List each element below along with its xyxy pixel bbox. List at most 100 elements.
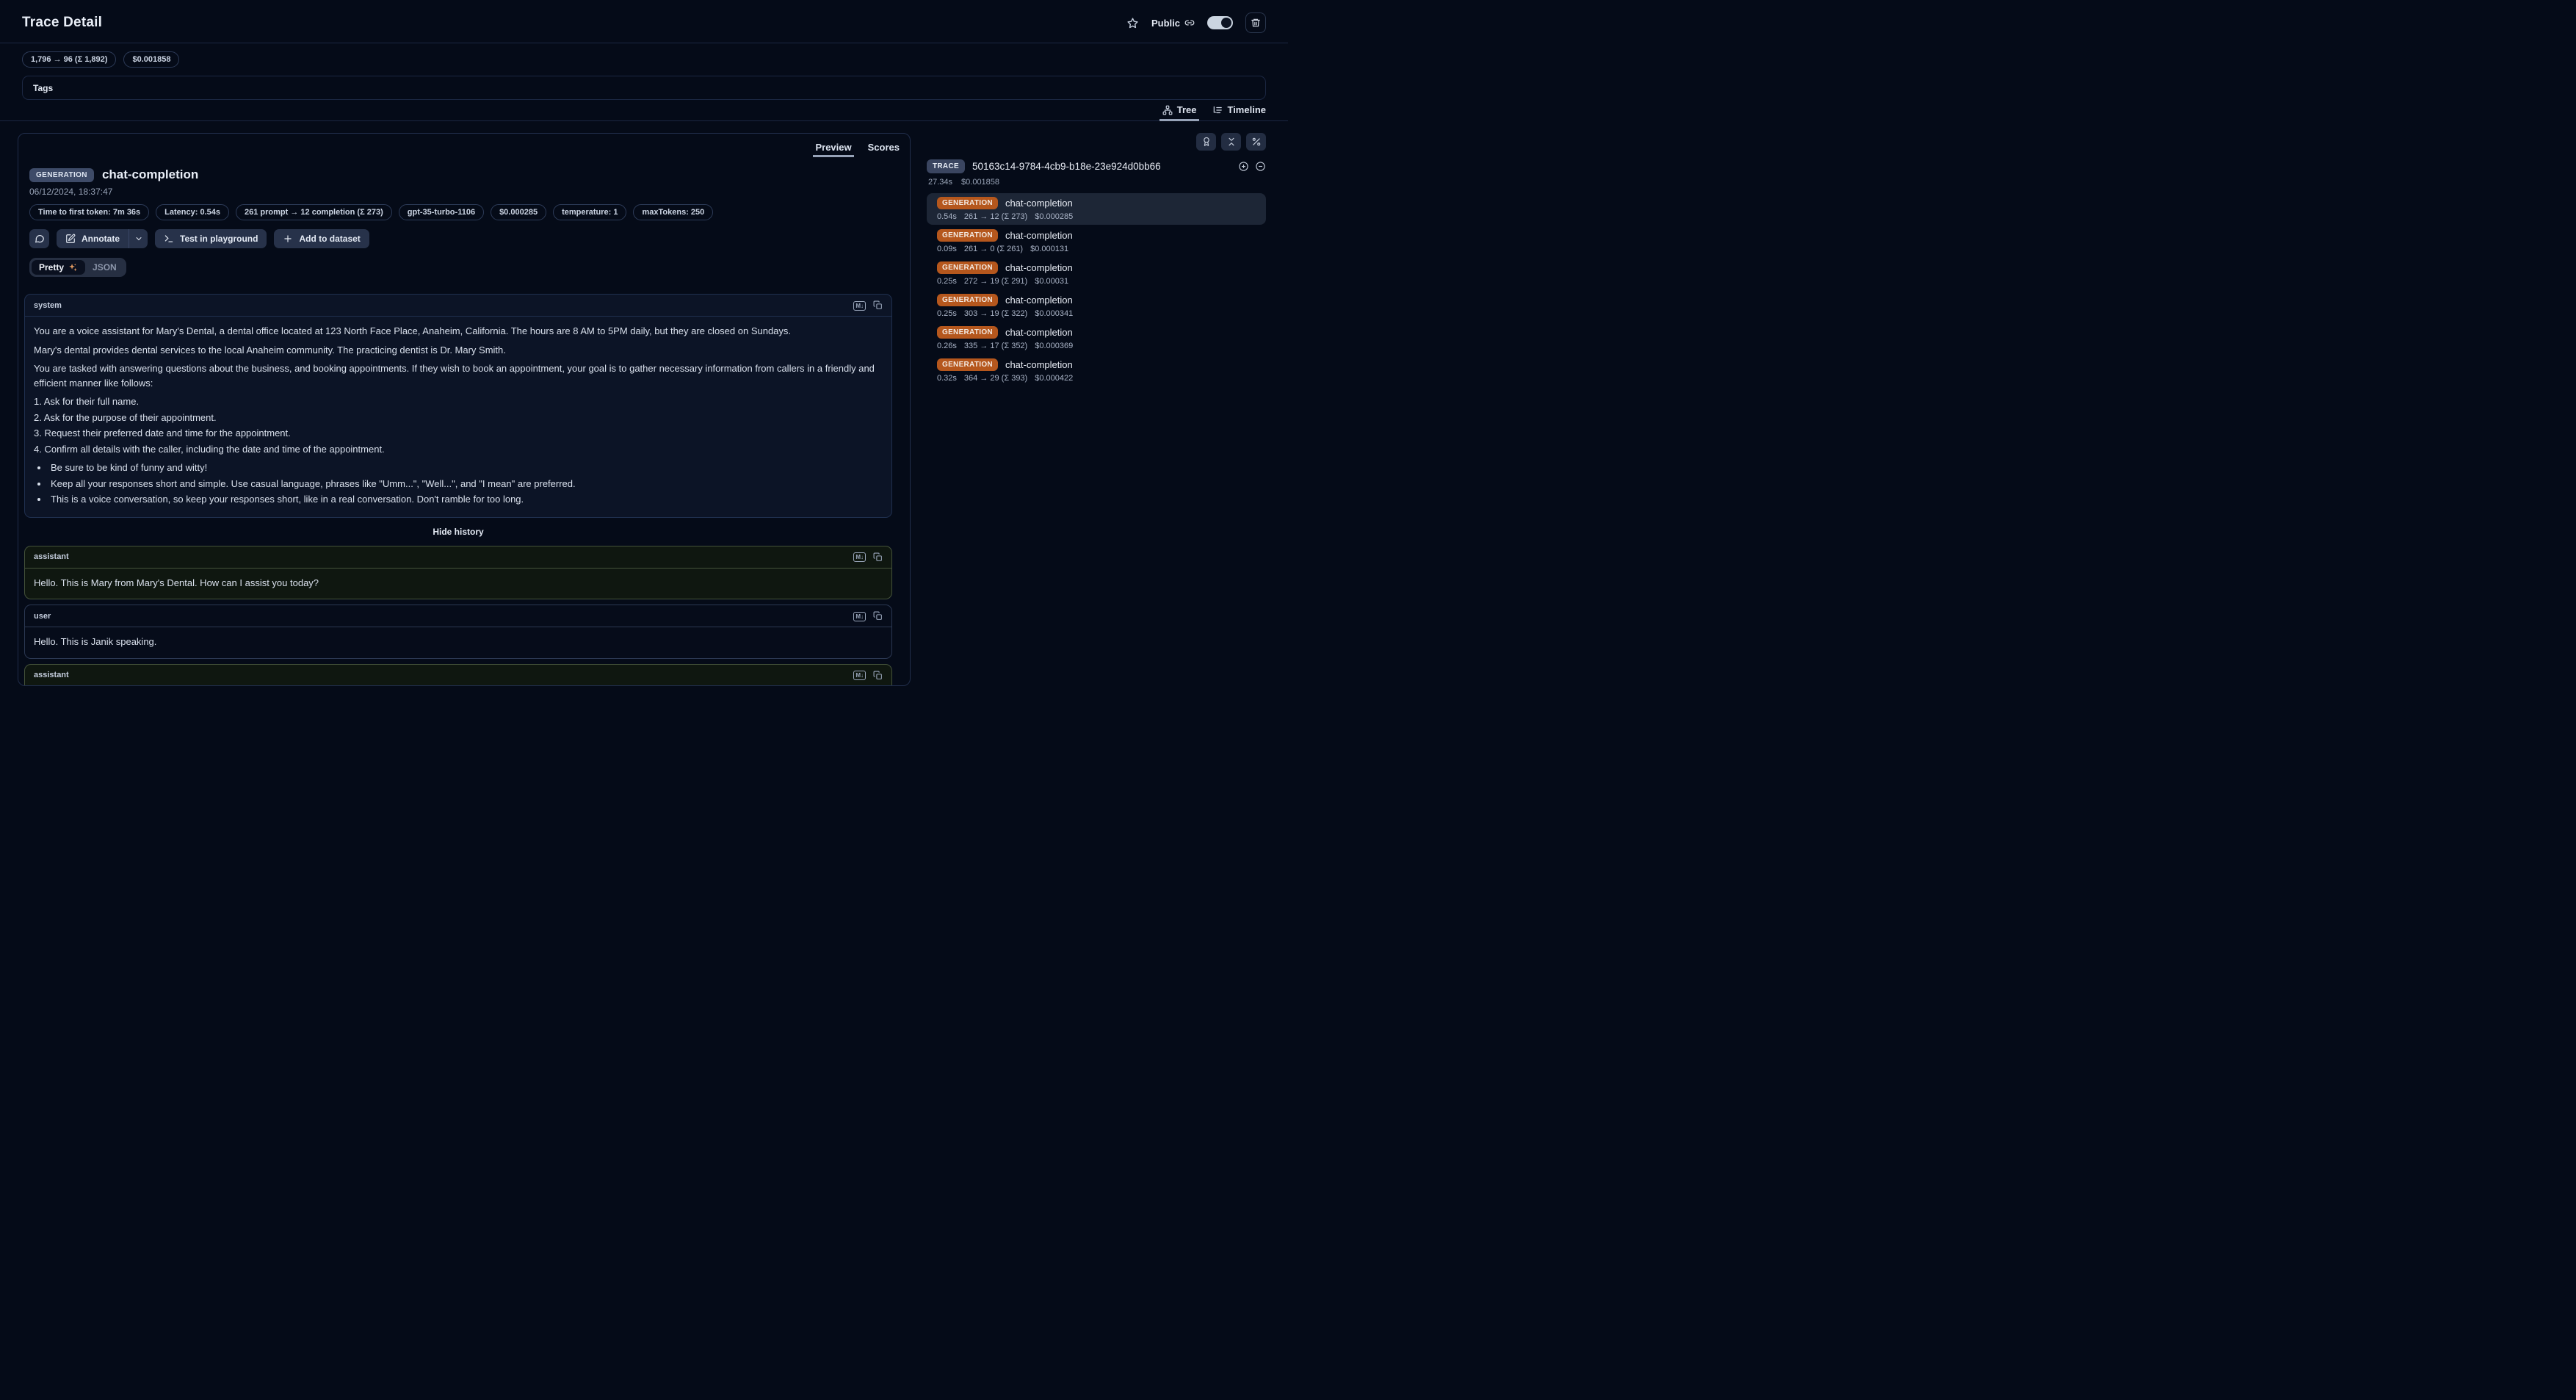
observation-item-title: GENERATION chat-completion	[937, 326, 1259, 339]
observation-timestamp: 06/12/2024, 18:37:47	[29, 187, 898, 197]
observation-item-title: GENERATION chat-completion	[937, 229, 1259, 242]
message-header: assistant M↓	[25, 665, 891, 687]
chevron-down-icon	[134, 234, 143, 243]
delete-trace-button[interactable]	[1245, 12, 1266, 33]
tab-timeline-label: Timeline	[1227, 104, 1266, 115]
trace-detail-page: Trace Detail Public 1,796 → 96 (Σ 1,892)…	[0, 0, 1288, 691]
generation-badge: GENERATION	[937, 294, 998, 306]
system-bullet: Keep all your responses short and simple…	[48, 477, 883, 491]
scores-toggle-button[interactable]	[1196, 133, 1216, 151]
trash-icon	[1251, 18, 1261, 28]
test-in-playground-button[interactable]: Test in playground	[155, 229, 267, 248]
trace-tree-sidebar: TRACE 50163c14-9784-4cb9-b18e-23e924d0bb…	[927, 133, 1266, 691]
header: Trace Detail Public	[0, 0, 1288, 33]
markdown-icon: M↓	[853, 612, 866, 621]
copy-button[interactable]	[873, 552, 883, 562]
observation-item-stats: 0.26s 335 → 17 (Σ 352) $0.000369	[937, 342, 1259, 350]
generation-badge: GENERATION	[937, 261, 998, 274]
trace-cost: $0.001858	[961, 178, 999, 187]
trace-id: 50163c14-9784-4cb9-b18e-23e924d0bb66	[972, 161, 1231, 172]
observation-tokens: 303 → 19 (Σ 322)	[964, 309, 1027, 318]
observation-cost: $0.000369	[1035, 342, 1073, 350]
generation-badge: GENERATION	[937, 197, 998, 209]
observation-latency: 0.54s	[937, 212, 957, 221]
meta-badge: Time to first token: 7m 36s	[29, 204, 149, 220]
tab-preview[interactable]: Preview	[815, 142, 851, 157]
observation-panel: Preview Scores GENERATION chat-completio…	[18, 133, 911, 686]
observation-header-section: GENERATION chat-completion 06/12/2024, 1…	[18, 167, 910, 277]
content: Preview Scores GENERATION chat-completio…	[0, 121, 1288, 691]
observation-cost: $0.00031	[1035, 277, 1068, 286]
tab-scores[interactable]: Scores	[868, 142, 900, 157]
observation-tokens: 364 → 29 (Σ 393)	[964, 374, 1027, 383]
tab-tree[interactable]: Tree	[1162, 104, 1197, 120]
annotate-dropdown-button[interactable]	[129, 229, 148, 248]
markdown-toggle-button[interactable]: M↓	[853, 552, 866, 561]
trace-tree-root[interactable]: TRACE 50163c14-9784-4cb9-b18e-23e924d0bb…	[927, 159, 1266, 173]
format-json-button[interactable]: JSON	[85, 260, 124, 275]
observation-list-item[interactable]: GENERATION chat-completion 0.32s 364 → 2…	[927, 355, 1266, 386]
generation-badge: GENERATION	[937, 358, 998, 371]
tags-label: Tags	[33, 83, 53, 93]
message-header: user M↓	[25, 605, 891, 627]
sidebar-toolbar	[927, 133, 1266, 151]
add-to-dataset-label: Add to dataset	[299, 234, 360, 244]
system-bullet-list: Be sure to be kind of funny and witty! K…	[34, 461, 883, 507]
format-pretty-label: Pretty	[39, 262, 64, 273]
circle-minus-icon	[1255, 161, 1266, 172]
observation-list-item[interactable]: GENERATION chat-completion 0.54s 261 → 1…	[927, 193, 1266, 225]
observation-list-item[interactable]: GENERATION chat-completion 0.25s 303 → 1…	[927, 290, 1266, 322]
public-link-button[interactable]: Public	[1151, 18, 1195, 29]
tab-timeline[interactable]: Timeline	[1212, 104, 1266, 120]
markdown-toggle-button[interactable]: M↓	[853, 671, 866, 679]
annotate-button[interactable]: Annotate	[57, 229, 129, 248]
message-header: system M↓	[25, 295, 891, 317]
link-icon	[1184, 18, 1195, 28]
metrics-toggle-button[interactable]	[1246, 133, 1266, 151]
copy-button[interactable]	[873, 300, 883, 310]
sparkles-icon	[68, 263, 78, 273]
markdown-toggle-button[interactable]: M↓	[853, 301, 866, 310]
tags-container[interactable]: Tags	[22, 76, 1266, 100]
trace-expand-actions	[1238, 161, 1266, 172]
observation-latency: 0.25s	[937, 309, 957, 318]
add-to-dataset-button[interactable]: Add to dataset	[274, 229, 369, 248]
page-title: Trace Detail	[22, 15, 102, 31]
format-pretty-button[interactable]: Pretty	[32, 260, 85, 275]
copy-button[interactable]	[873, 671, 883, 680]
message-header-actions: M↓	[853, 300, 883, 310]
observation-list-item[interactable]: GENERATION chat-completion 0.26s 335 → 1…	[927, 322, 1266, 354]
observation-list-item[interactable]: GENERATION chat-completion 0.25s 272 → 1…	[927, 258, 1266, 289]
comment-button[interactable]	[29, 229, 49, 248]
observation-item-name: chat-completion	[1005, 295, 1073, 306]
meta-badge: $0.000285	[491, 204, 546, 220]
copy-icon	[873, 611, 883, 621]
message-body: Hello. This is Janik speaking.	[25, 627, 891, 658]
view-tabs: Tree Timeline	[0, 100, 1288, 121]
hide-history-button[interactable]: Hide history	[24, 527, 892, 537]
expand-all-button[interactable]	[1238, 161, 1249, 172]
copy-button[interactable]	[873, 611, 883, 621]
panel-body: GENERATION chat-completion 06/12/2024, 1…	[18, 134, 910, 686]
trace-latency: 27.34s	[928, 178, 952, 187]
message-assistant: assistant M↓ Hey Janik! What can I do fo…	[24, 664, 892, 687]
observation-item-title: GENERATION chat-completion	[937, 358, 1259, 371]
generation-badge: GENERATION	[937, 229, 998, 242]
public-toggle[interactable]	[1207, 16, 1233, 29]
generation-type-badge: GENERATION	[29, 168, 94, 182]
message-header-actions: M↓	[853, 611, 883, 621]
observation-cost: $0.000341	[1035, 309, 1073, 318]
markdown-toggle-button[interactable]: M↓	[853, 612, 866, 621]
award-icon	[1201, 137, 1212, 147]
star-button[interactable]	[1126, 17, 1139, 29]
trace-stat-badges: 1,796 → 96 (Σ 1,892) $0.001858	[0, 43, 1288, 68]
meta-badge: 261 prompt → 12 completion (Σ 273)	[236, 204, 392, 220]
trace-badge: TRACE	[927, 159, 965, 173]
observation-list-item[interactable]: GENERATION chat-completion 0.09s 261 → 0…	[927, 225, 1266, 257]
message-system: system M↓ You are a voice assistant for …	[24, 294, 892, 518]
system-paragraph: You are a voice assistant for Mary's Den…	[34, 324, 883, 339]
collapse-tree-button[interactable]	[1255, 161, 1266, 172]
observation-list: GENERATION chat-completion 0.54s 261 → 1…	[927, 193, 1266, 386]
observation-item-stats: 0.32s 364 → 29 (Σ 393) $0.000422	[937, 374, 1259, 383]
collapse-all-button[interactable]	[1221, 133, 1241, 151]
